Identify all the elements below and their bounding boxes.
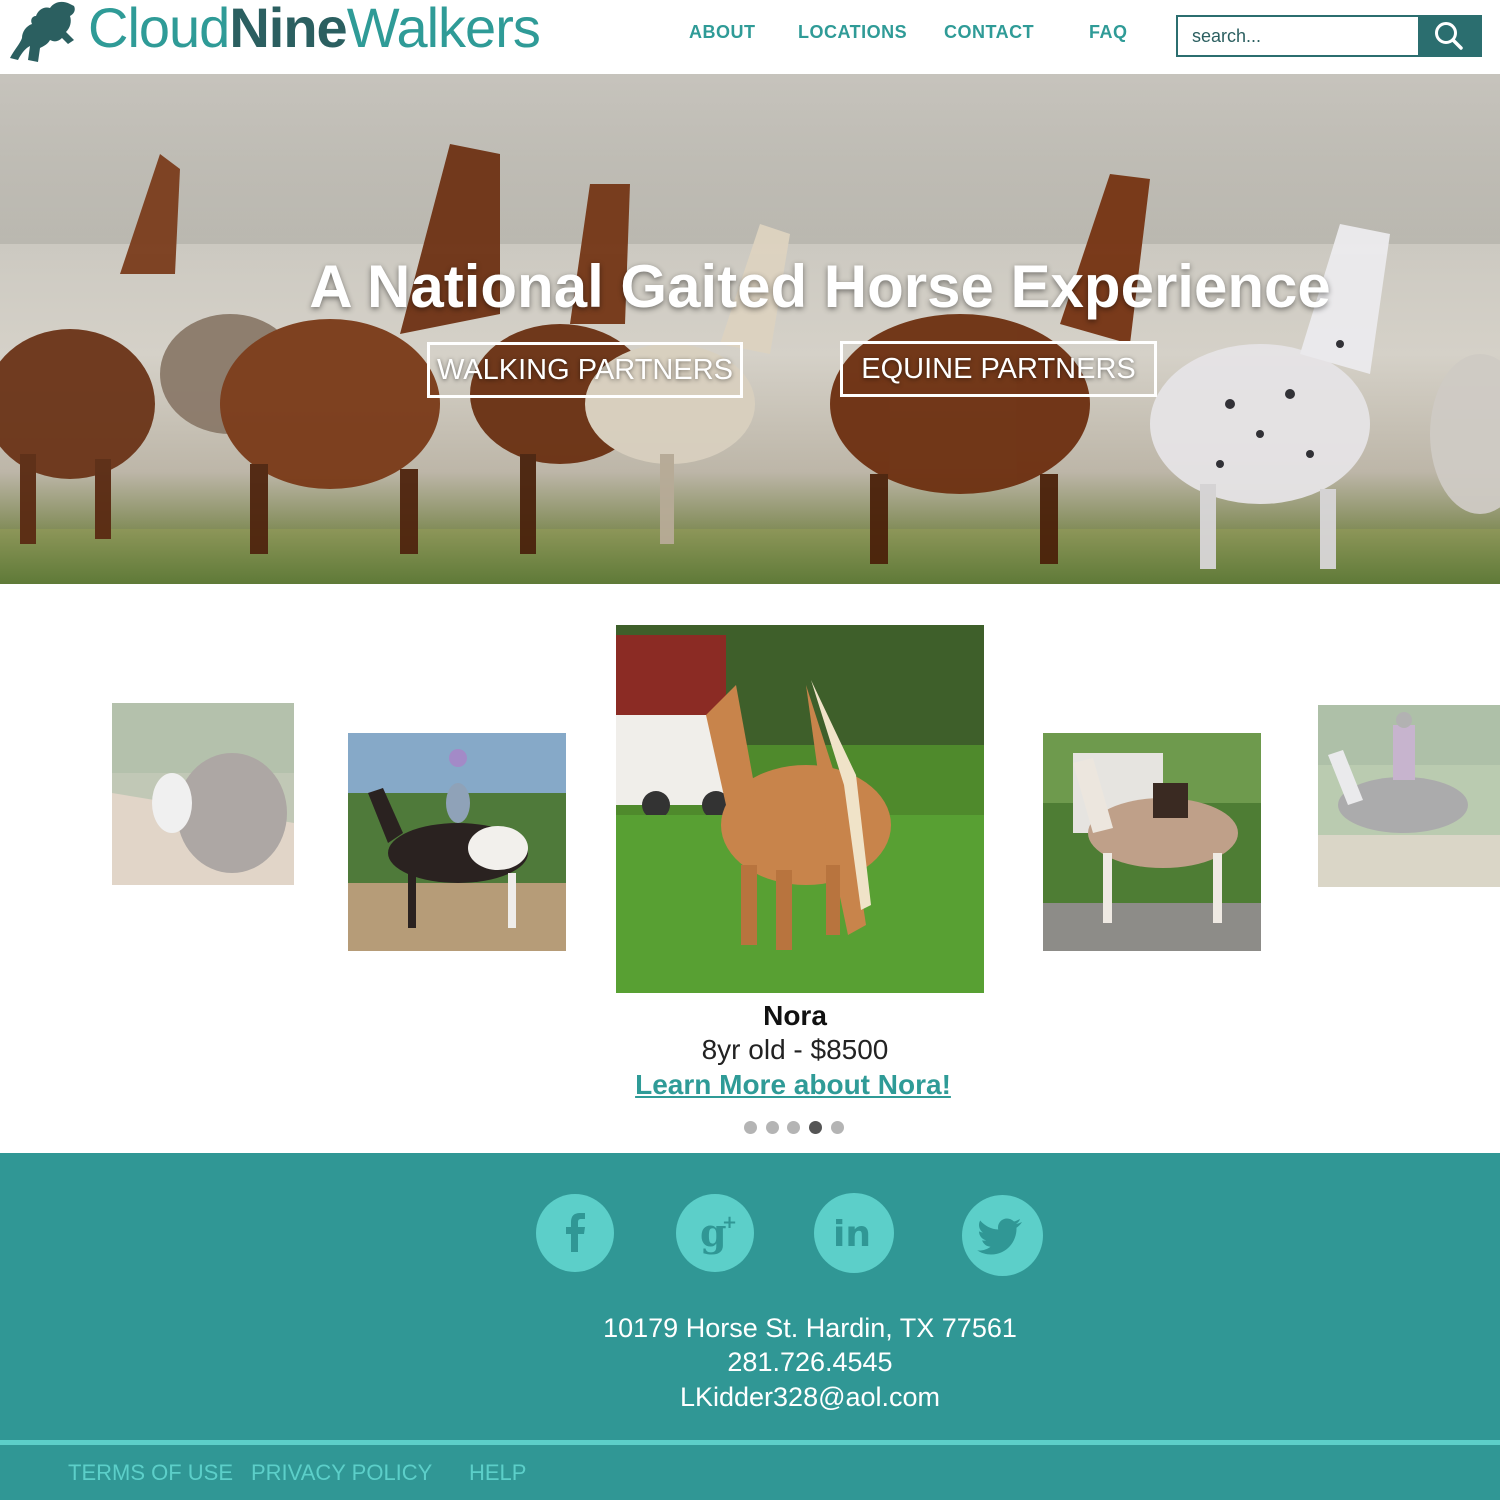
horse-photo bbox=[112, 703, 294, 885]
nav-faq[interactable]: FAQ bbox=[1089, 22, 1128, 43]
carousel-dot-2[interactable] bbox=[766, 1121, 779, 1134]
carousel-dot-3[interactable] bbox=[787, 1121, 800, 1134]
hero-banner: A National Gaited Horse Experience WALKI… bbox=[0, 74, 1500, 584]
site-header: CloudNineWalkers ABOUT LOCATIONS CONTACT… bbox=[0, 0, 1500, 74]
carousel-slide-far-left[interactable] bbox=[112, 703, 294, 885]
site-footer: g + in 10179 Horse St. Hardin, TX 77561 … bbox=[0, 1153, 1500, 1500]
hero-horses-image bbox=[0, 74, 1500, 584]
carousel-slide-far-right[interactable] bbox=[1318, 705, 1500, 887]
carousel-slide-left[interactable] bbox=[348, 733, 566, 951]
linkedin-button[interactable]: in bbox=[814, 1193, 894, 1273]
carousel-dot-4[interactable] bbox=[809, 1121, 822, 1134]
terms-of-use-link[interactable]: TERMS OF USE bbox=[68, 1460, 233, 1486]
twitter-button[interactable] bbox=[962, 1195, 1043, 1276]
footer-email[interactable]: LKidder328@aol.com bbox=[0, 1382, 1500, 1413]
google-plus-icon: g + bbox=[700, 1210, 737, 1255]
hero-title: A National Gaited Horse Experience bbox=[309, 253, 1331, 320]
search-input[interactable] bbox=[1178, 17, 1418, 55]
horse-carousel: Nora 8yr old - $8500 Learn More about No… bbox=[0, 584, 1500, 1154]
carousel-dot-1[interactable] bbox=[744, 1121, 757, 1134]
carousel-slide-featured[interactable] bbox=[616, 625, 984, 993]
facebook-icon bbox=[566, 1213, 585, 1252]
nav-contact[interactable]: CONTACT bbox=[944, 22, 1034, 43]
nav-about[interactable]: ABOUT bbox=[689, 22, 756, 43]
search-icon bbox=[1435, 22, 1463, 50]
horse-photo bbox=[348, 733, 566, 951]
footer-address: 10179 Horse St. Hardin, TX 77561 bbox=[603, 1313, 1017, 1343]
footer-phone[interactable]: 281.726.4545 bbox=[0, 1347, 1500, 1378]
horse-photo bbox=[616, 625, 984, 993]
twitter-icon bbox=[977, 1218, 1022, 1255]
svg-text:in: in bbox=[833, 1214, 871, 1255]
horse-photo bbox=[1043, 733, 1261, 951]
horse-photo bbox=[1318, 705, 1500, 887]
linkedin-icon: in bbox=[833, 1214, 871, 1255]
walking-partners-button[interactable]: WALKING PARTNERS bbox=[427, 342, 743, 398]
featured-horse-name: Nora bbox=[763, 1000, 827, 1031]
facebook-button[interactable] bbox=[536, 1194, 614, 1272]
search-box bbox=[1176, 15, 1482, 57]
featured-horse-info: 8yr old - $8500 bbox=[701, 1034, 889, 1065]
svg-text:+: + bbox=[722, 1212, 737, 1233]
help-link[interactable]: HELP bbox=[469, 1460, 526, 1486]
learn-more-link[interactable]: Learn More about Nora! bbox=[0, 1069, 1500, 1101]
google-plus-button[interactable]: g + bbox=[676, 1194, 754, 1272]
equine-partners-button[interactable]: EQUINE PARTNERS bbox=[840, 341, 1157, 397]
carousel-slide-right[interactable] bbox=[1043, 733, 1261, 951]
footer-divider bbox=[0, 1440, 1500, 1445]
privacy-policy-link[interactable]: PRIVACY POLICY bbox=[251, 1460, 432, 1486]
search-button[interactable] bbox=[1418, 17, 1480, 55]
nav-locations[interactable]: LOCATIONS bbox=[798, 22, 907, 43]
carousel-dot-5[interactable] bbox=[831, 1121, 844, 1134]
